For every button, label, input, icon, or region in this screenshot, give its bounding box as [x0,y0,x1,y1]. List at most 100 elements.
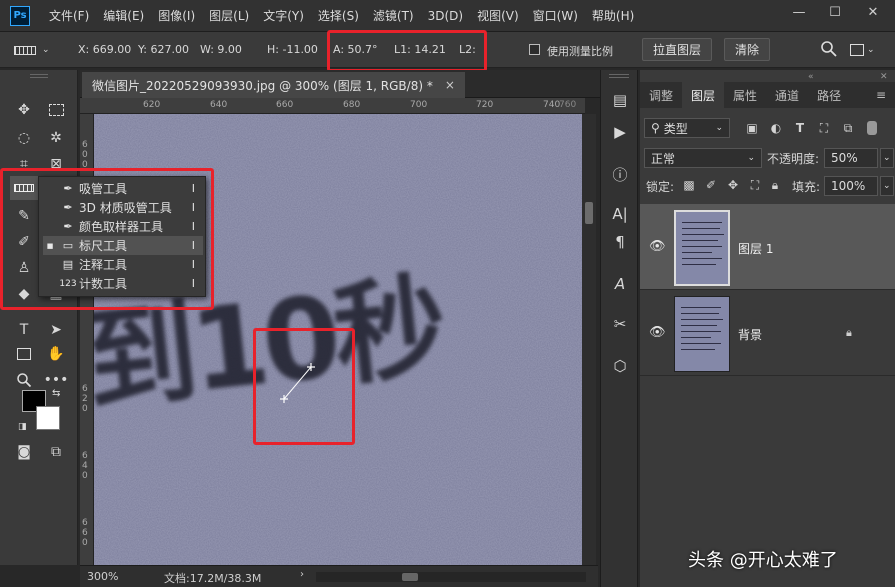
scrollbar-thumb[interactable] [585,202,593,224]
l2-readout: L2: [459,43,476,56]
menu-3d[interactable]: 3D(D) [421,9,470,23]
layer-row-background[interactable]: 👁︎ 背景 🔒︎ [640,290,895,376]
lasso-tool-icon[interactable]: ◌ [12,126,36,150]
h-scrollbar-thumb[interactable] [402,573,418,581]
close-panel-icon[interactable]: ✕ [880,72,888,82]
quick-mask-icon[interactable]: ◙ [12,440,36,464]
thumb-text-line [682,234,724,235]
3d-panel-icon[interactable]: ⬡ [608,354,632,378]
fill-input[interactable]: 100% [824,176,878,196]
flyout-shortcut: I [191,258,195,271]
layer-row-layer1[interactable]: 👁︎ 图层 1 [640,204,895,290]
menu-filter[interactable]: 滤镜(T) [366,7,421,24]
move-tool-icon[interactable]: ✥ [12,98,36,122]
type-tool-icon[interactable]: T [12,318,36,342]
visibility-eye-icon[interactable]: 👁︎ [649,239,666,254]
tab-adjustments[interactable]: 调整 [640,82,682,108]
filter-smart-object-icon[interactable]: ⧉ [839,119,857,137]
workspace-switcher[interactable]: ⌄ [850,42,880,58]
clone-stamp-tool-icon[interactable]: ♙ [12,256,36,280]
menu-help[interactable]: 帮助(H) [585,7,641,24]
thumb-text-line [682,222,722,223]
use-measure-scale-checkbox[interactable] [529,44,540,55]
maximize-button[interactable]: ☐ [818,0,852,24]
lock-artboard-icon[interactable]: ⛶ [746,176,764,194]
filter-toggle[interactable] [867,121,877,135]
rectangle-tool-icon[interactable] [12,342,36,366]
history-panel-icon[interactable]: ▤ [608,88,632,112]
flyout-item-note[interactable]: ▤ 注释工具 I [43,255,203,274]
background-color-swatch[interactable] [36,406,60,430]
filter-pixel-icon[interactable]: ▣ [743,119,761,137]
healing-brush-tool-icon[interactable]: ✎ [12,204,36,228]
menu-image[interactable]: 图像(I) [151,7,202,24]
tool-preset-picker[interactable]: ⌄ [14,40,60,60]
panel-menu-icon[interactable]: ≡ [867,82,895,108]
zoom-level[interactable]: 300% [87,570,118,583]
paragraph-panel-icon[interactable]: ¶ [608,230,632,254]
tool-presets-icon[interactable]: ✂ [608,312,632,336]
screen-mode-icon[interactable]: ⧉ [44,440,68,464]
layer-name[interactable]: 图层 1 [738,240,773,257]
menu-file[interactable]: 文件(F) [42,7,96,24]
tab-layers[interactable]: 图层 [682,82,725,108]
swap-colors-icon[interactable]: ⇆ [52,388,60,399]
clear-button[interactable]: 清除 [724,38,770,61]
opacity-dropdown[interactable]: ⌄ [880,148,894,168]
menu-edit[interactable]: 编辑(E) [96,7,151,24]
menu-window[interactable]: 窗口(W) [526,7,585,24]
close-tab-icon[interactable]: × [445,78,455,92]
eraser-tool-icon[interactable]: ◆ [12,282,36,306]
frame-tool-icon[interactable]: ⊠ [44,152,68,176]
layer-filter-select[interactable]: ⚲ 类型 ⌄ [644,118,730,138]
horizontal-scrollbar[interactable] [316,572,586,582]
hand-tool-icon[interactable]: ✋ [44,342,68,366]
minimize-button[interactable]: — [782,0,816,24]
crop-tool-icon[interactable]: ⌗ [12,152,36,176]
ruler-tool-icon[interactable] [10,176,38,200]
flyout-item-eyedropper[interactable]: ✒ 吸管工具 I [43,179,203,198]
flyout-item-3d-material-eyedropper[interactable]: ✒ 3D 材质吸管工具 I [43,198,203,217]
l1-readout: L1: 14.21 [394,43,446,56]
search-icon[interactable] [820,40,840,60]
visibility-eye-icon[interactable]: 👁︎ [649,325,666,340]
vertical-scrollbar[interactable] [582,114,596,565]
menu-view[interactable]: 视图(V) [470,7,526,24]
info-panel-icon[interactable]: ⓘ [608,162,632,186]
tab-channels[interactable]: 通道 [766,82,808,108]
tab-properties[interactable]: 属性 [724,82,766,108]
tab-paths[interactable]: 路径 [808,82,850,108]
filter-type-icon[interactable]: T [791,119,809,137]
menu-select[interactable]: 选择(S) [311,7,366,24]
filter-shape-icon[interactable]: ⛶ [815,119,833,137]
menu-layer[interactable]: 图层(L) [202,7,256,24]
lock-position-icon[interactable]: ✥ [724,176,742,194]
document-tab[interactable]: 微信图片_20220529093930.jpg @ 300% (图层 1, RG… [82,72,465,98]
path-selection-tool-icon[interactable]: ➤ [44,318,68,342]
brush-tool-icon[interactable]: ✐ [12,230,36,254]
collapse-panel-icon[interactable]: « [808,72,814,82]
lock-pixels-icon[interactable]: ✐ [702,176,720,194]
lock-all-icon[interactable]: 🔒︎ [766,176,784,194]
opacity-input[interactable]: 50% [824,148,878,168]
blend-mode-select[interactable]: 正常 ⌄ [644,148,762,168]
lock-transparent-icon[interactable]: ▩ [680,176,698,194]
close-button[interactable]: ✕ [856,0,890,24]
status-chevron-icon[interactable]: › [300,569,304,580]
magic-wand-tool-icon[interactable]: ✲ [44,126,68,150]
thumb-text-line [682,264,716,265]
marquee-tool-icon[interactable] [44,98,68,122]
flyout-item-count[interactable]: 123 计数工具 I [43,274,203,293]
default-colors-icon[interactable]: ◨ [18,422,27,432]
filter-adjustment-icon[interactable]: ◐ [767,119,785,137]
zoom-tool-icon[interactable] [12,368,36,392]
fill-dropdown[interactable]: ⌄ [880,176,894,196]
actions-play-icon[interactable]: ▶ [608,120,632,144]
glyphs-panel-icon[interactable]: A [608,272,632,296]
character-panel-icon[interactable]: A| [608,202,632,226]
flyout-item-ruler[interactable]: ■ ▭ 标尺工具 I [43,236,203,255]
menu-type[interactable]: 文字(Y) [256,7,311,24]
straighten-layer-button[interactable]: 拉直图层 [642,38,712,61]
layer-name[interactable]: 背景 [738,326,762,343]
flyout-item-color-sampler[interactable]: ✒ 颜色取样器工具 I [43,217,203,236]
